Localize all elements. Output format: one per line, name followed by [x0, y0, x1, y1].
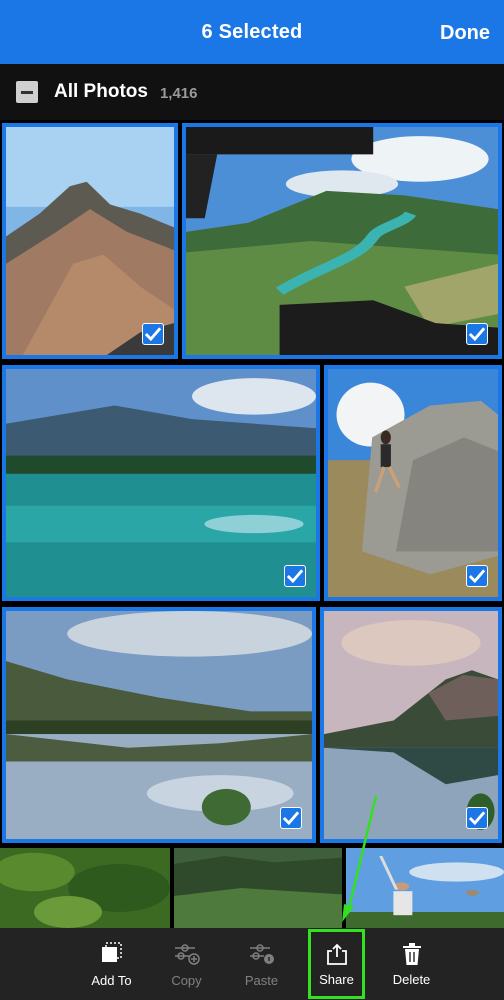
- album-header: All Photos 1,416: [0, 64, 504, 120]
- selected-check-icon[interactable]: [466, 807, 488, 829]
- copy-label: Copy: [171, 972, 202, 988]
- photo-mountain-peak: [6, 127, 174, 355]
- copy-settings-icon: [174, 943, 200, 965]
- selected-check-icon[interactable]: [280, 807, 302, 829]
- selection-count-title: 6 Selected: [201, 20, 303, 43]
- photo-tile[interactable]: [174, 848, 342, 928]
- photo-forest-trees: [0, 848, 170, 928]
- photo-tile[interactable]: [2, 123, 178, 359]
- selected-check-icon[interactable]: [284, 565, 306, 587]
- photo-turquoise-lake: [6, 369, 316, 597]
- delete-button[interactable]: Delete: [374, 928, 449, 1000]
- delete-label: Delete: [392, 971, 431, 987]
- photo-river-valley: [186, 127, 498, 355]
- done-button[interactable]: Done: [440, 22, 490, 45]
- photo-tile[interactable]: [182, 123, 502, 359]
- photo-tile[interactable]: [2, 365, 320, 601]
- add-to-button[interactable]: Add To: [74, 928, 149, 1000]
- photo-forest-hillside: [174, 848, 342, 928]
- paste-label: Paste: [244, 972, 279, 988]
- copy-button[interactable]: Copy: [149, 928, 224, 1000]
- add-to-icon: [101, 941, 122, 962]
- paste-button[interactable]: Paste: [224, 928, 299, 1000]
- photo-grid: [0, 120, 504, 928]
- trash-icon: [402, 942, 421, 965]
- bottom-toolbar: Add To Copy Paste Share Delete: [0, 928, 504, 1000]
- selected-check-icon[interactable]: [466, 323, 488, 345]
- share-label: Share: [319, 971, 354, 987]
- photo-tile[interactable]: [324, 365, 502, 601]
- add-to-label: Add To: [91, 972, 132, 988]
- paste-settings-icon: [249, 943, 274, 964]
- share-icon: [326, 943, 347, 965]
- deselect-all-checkbox[interactable]: [16, 81, 38, 103]
- album-name: All Photos: [54, 81, 148, 102]
- photo-lake-reflection: [6, 611, 312, 839]
- photo-tile[interactable]: [0, 848, 170, 928]
- top-bar: 6 Selected Done: [0, 0, 504, 64]
- photo-tile[interactable]: [346, 848, 504, 928]
- photo-tile[interactable]: [320, 607, 502, 843]
- selected-check-icon[interactable]: [466, 565, 488, 587]
- share-button[interactable]: Share: [308, 929, 365, 999]
- photo-golfer: [346, 848, 504, 928]
- photo-sunset-lake: [324, 611, 498, 839]
- album-photo-count: 1,416: [159, 84, 198, 102]
- photo-rock-climber: [328, 369, 498, 597]
- photo-tile[interactable]: [2, 607, 316, 843]
- selected-check-icon[interactable]: [142, 323, 164, 345]
